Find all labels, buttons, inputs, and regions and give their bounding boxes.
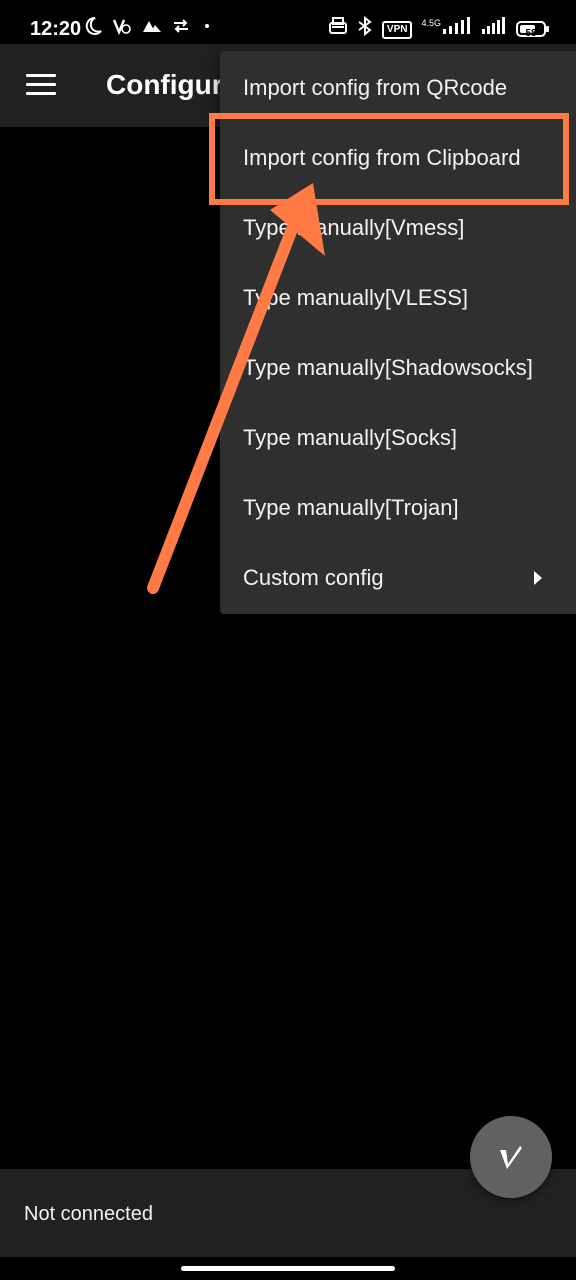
vpn-icon: VPN [381,20,413,39]
clock: 12:20 [30,18,82,40]
v2ray-v-icon [500,1146,522,1169]
menu-item-label: Type manually[Trojan] [243,495,459,520]
battery-icon: 58 [516,21,549,39]
connect-fab-button[interactable] [470,1116,552,1198]
menu-item-type-socks[interactable]: Type manually[Socks] [220,403,576,473]
menu-item-label: Import config from QRcode [243,75,508,100]
menu-item-type-vless[interactable]: Type manually[VLESS] [220,263,576,333]
menu-item-label: Type manually[Shadowsocks] [243,355,533,380]
connection-status-text: Not connected [24,1203,153,1225]
hamburger-menu-icon[interactable] [26,74,56,98]
menu-item-type-trojan[interactable]: Type manually[Trojan] [220,473,576,543]
menu-item-import-clipboard[interactable]: Import config from Clipboard [220,123,576,193]
data-saver-icon [172,16,190,40]
bluetooth-icon [357,15,373,40]
menu-item-import-qrcode[interactable]: Import config from QRcode [220,53,576,123]
menu-item-type-shadowsocks[interactable]: Type manually[Shadowsocks] [220,333,576,403]
menu-item-type-vmess[interactable]: Type manually[Vmess] [220,193,576,263]
battery-level: 58 [525,28,537,39]
vowifi-icon [112,16,132,40]
submenu-arrow-icon [534,571,542,585]
signal-icon: 4.5G [421,16,472,40]
dot-icon [200,16,214,40]
menu-item-label: Type manually[Socks] [243,425,457,450]
menu-item-custom-config[interactable]: Custom config [220,543,576,613]
network-type-label: 4.5G [421,18,441,28]
menu-item-label: Import config from Clipboard [243,145,521,170]
menu-item-label: Type manually[Vmess] [243,215,465,240]
menu-item-label: Custom config [243,565,384,590]
moon-icon [84,16,102,40]
home-indicator[interactable] [181,1266,395,1271]
signal-icon-2 [481,16,507,40]
printer-icon [328,16,348,40]
drive-icon [142,16,162,40]
add-config-menu: Import config from QRcode Import config … [220,51,576,614]
menu-item-label: Type manually[VLESS] [243,285,469,310]
